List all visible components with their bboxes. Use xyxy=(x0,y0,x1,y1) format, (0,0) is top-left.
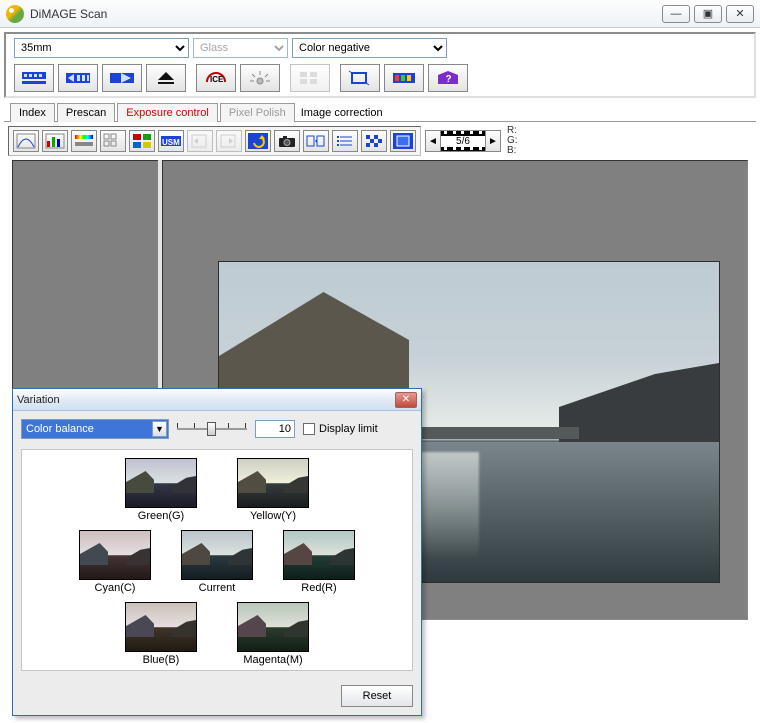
close-window-button[interactable]: ✕ xyxy=(726,5,754,23)
tab-pixel-polish: Pixel Polish xyxy=(220,103,295,122)
svg-text:USM: USM xyxy=(162,138,180,147)
label-blue: Blue(B) xyxy=(125,654,197,666)
variation-grid: Green(G) Yellow(Y) Cyan(C) Current xyxy=(21,449,413,671)
prev-image-icon[interactable] xyxy=(187,130,213,152)
histogram-icon[interactable] xyxy=(42,130,68,152)
frame-prev-button[interactable]: ◄ xyxy=(425,130,441,152)
app-icon xyxy=(6,5,24,23)
variation-step-slider[interactable] xyxy=(177,419,247,439)
selective-color-icon[interactable] xyxy=(129,130,155,152)
titlebar: DiMAGE Scan — ▣ ✕ xyxy=(0,0,760,28)
svg-text:ICE: ICE xyxy=(210,75,224,84)
thumb-cyan[interactable] xyxy=(79,530,151,580)
ice-icon[interactable]: ICE xyxy=(196,64,236,92)
reset-button-label: Reset xyxy=(363,690,392,702)
thumbs-icon[interactable] xyxy=(290,64,330,92)
rgb-b: B: xyxy=(507,146,518,156)
next-image-icon[interactable] xyxy=(216,130,242,152)
svg-text:?: ? xyxy=(446,74,452,85)
color-icon[interactable] xyxy=(384,64,424,92)
variation-mode-label: Color balance xyxy=(26,423,94,435)
variation-dialog: Variation ✕ Color balance ▼ Display limi… xyxy=(12,388,422,716)
reset-button[interactable]: Reset xyxy=(341,685,413,707)
label-magenta: Magenta(M) xyxy=(237,654,309,666)
tab-strip: Index Prescan Exposure control Pixel Pol… xyxy=(10,102,760,121)
thumb-yellow[interactable] xyxy=(237,458,309,508)
frame-indicator: 5/6 xyxy=(441,130,485,152)
crop-icon[interactable] xyxy=(340,64,380,92)
slider-thumb[interactable] xyxy=(207,422,216,436)
thumb-current[interactable] xyxy=(181,530,253,580)
thumb-red[interactable] xyxy=(283,530,355,580)
film-type-select[interactable]: Color negative xyxy=(292,38,447,58)
prescan-icon[interactable] xyxy=(58,64,98,92)
label-yellow: Yellow(Y) xyxy=(237,510,309,522)
label-current: Current xyxy=(181,582,253,594)
snapshot-icon[interactable] xyxy=(274,130,300,152)
usm-icon[interactable]: USM xyxy=(158,130,184,152)
top-options-panel: 35mm Glass Color negative ICE ? xyxy=(4,32,756,98)
correction-toolbar: USM xyxy=(8,126,421,156)
display-limit-label: Display limit xyxy=(319,423,378,435)
app-title: DiMAGE Scan xyxy=(30,7,107,21)
variation-titlebar[interactable]: Variation ✕ xyxy=(13,389,421,411)
variation-close-button[interactable]: ✕ xyxy=(395,392,417,408)
tab-index[interactable]: Index xyxy=(10,103,55,122)
variation-title: Variation xyxy=(17,394,60,406)
thumb-blue[interactable] xyxy=(125,602,197,652)
checker-icon[interactable] xyxy=(361,130,387,152)
eject-icon[interactable] xyxy=(146,64,186,92)
compare-icon[interactable] xyxy=(303,130,329,152)
list-icon[interactable] xyxy=(332,130,358,152)
frame-next-button[interactable]: ► xyxy=(485,130,501,152)
filmstrip-nav: ◄ 5/6 ► xyxy=(425,130,501,152)
frame-number: 5/6 xyxy=(441,136,485,147)
minimize-button[interactable]: — xyxy=(662,5,690,23)
maximize-button[interactable]: ▣ xyxy=(694,5,722,23)
variation-mode-select[interactable]: Color balance ▼ xyxy=(21,419,169,439)
label-cyan: Cyan(C) xyxy=(79,582,151,594)
main-toolbar: ICE ? xyxy=(14,64,746,92)
thumb-green[interactable] xyxy=(125,458,197,508)
undo-icon[interactable] xyxy=(245,130,271,152)
chevron-down-icon: ▼ xyxy=(152,421,167,437)
curves-icon[interactable] xyxy=(13,130,39,152)
display-limit-checkbox[interactable]: Display limit xyxy=(303,423,378,435)
help-icon[interactable]: ? xyxy=(428,64,468,92)
film-format-select[interactable]: 35mm xyxy=(14,38,189,58)
rgb-readout: R: G: B: xyxy=(507,126,518,156)
index-scan-icon[interactable] xyxy=(14,64,54,92)
scan-icon[interactable] xyxy=(102,64,142,92)
tab-image-correction[interactable]: Image correction xyxy=(297,104,391,122)
hsl-icon[interactable] xyxy=(71,130,97,152)
holder-select: Glass xyxy=(193,38,288,58)
variation-icon[interactable] xyxy=(100,130,126,152)
light-icon[interactable] xyxy=(240,64,280,92)
thumb-magenta[interactable] xyxy=(237,602,309,652)
label-green: Green(G) xyxy=(125,510,197,522)
tab-exposure-control[interactable]: Exposure control xyxy=(117,103,218,122)
variation-step-input[interactable] xyxy=(255,420,295,438)
label-red: Red(R) xyxy=(283,582,355,594)
tab-prescan[interactable]: Prescan xyxy=(57,103,115,122)
fullscreen-icon[interactable] xyxy=(390,130,416,152)
